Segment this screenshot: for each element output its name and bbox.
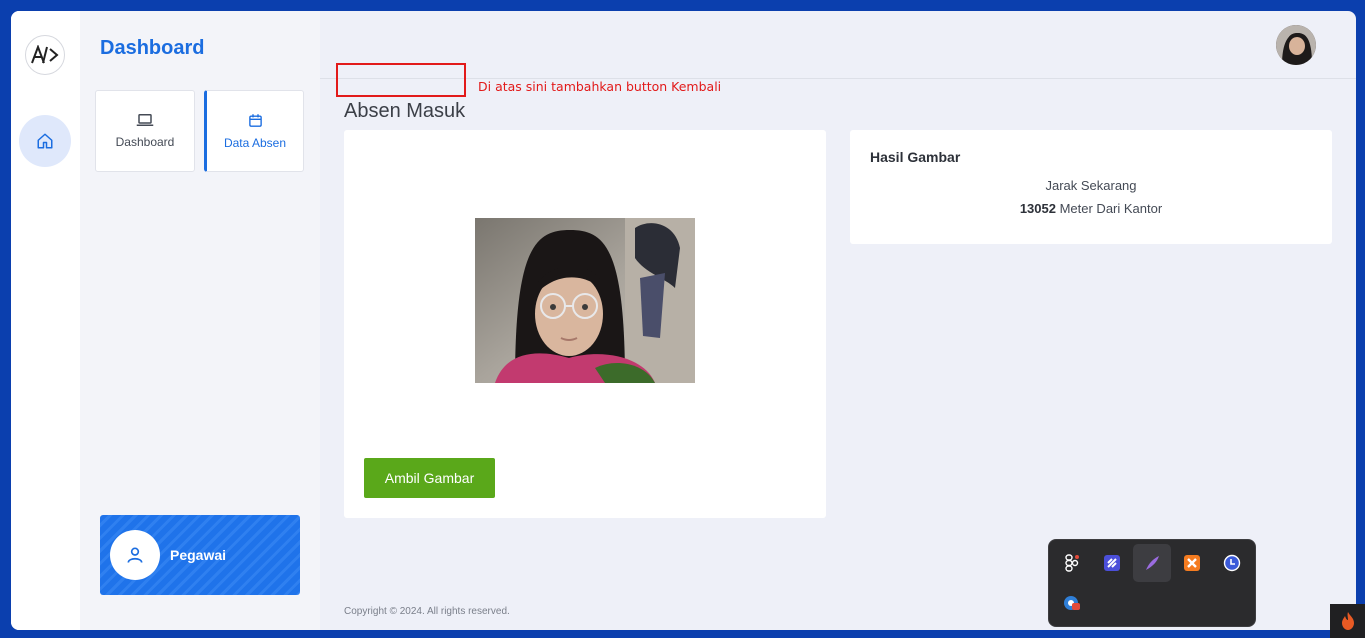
home-nav-button[interactable] xyxy=(19,115,71,167)
linear-icon[interactable] xyxy=(1093,544,1131,582)
sidebar: Dashboard Dashboard Data Absen Pegawai xyxy=(80,11,320,630)
sidebar-item-dashboard[interactable]: Dashboard xyxy=(95,90,195,172)
capture-button[interactable]: Ambil Gambar xyxy=(364,458,495,498)
header-divider xyxy=(320,78,1356,79)
camera-card: Ambil Gambar xyxy=(344,130,826,518)
sidebar-title: Dashboard xyxy=(100,37,205,59)
clock-icon[interactable] xyxy=(1213,544,1251,582)
annotation-highlight-box xyxy=(336,63,466,97)
laptop-icon xyxy=(136,114,154,126)
sidebar-item-label: Data Absen xyxy=(223,135,287,150)
icon-rail xyxy=(11,11,80,630)
system-tray-popup xyxy=(1048,539,1256,627)
user-role-label: Pegawai xyxy=(170,547,227,563)
profile-photo xyxy=(1276,25,1316,65)
app-window: Dashboard Dashboard Data Absen Pegawai D… xyxy=(11,11,1356,630)
codeigniter-icon[interactable] xyxy=(1330,604,1365,638)
distance-readout: 13052 Meter Dari Kantor xyxy=(850,201,1332,216)
camera-preview xyxy=(475,218,695,383)
distance-unit: Meter Dari Kantor xyxy=(1059,201,1163,216)
footer-copyright: Copyright © 2024. All rights reserved. xyxy=(344,606,510,617)
distance-label: Jarak Sekarang xyxy=(1045,178,1137,193)
app-logo[interactable] xyxy=(25,35,65,75)
distance-value: 13052 xyxy=(1019,201,1056,216)
code-logo-icon xyxy=(31,45,59,64)
page-title: Absen Masuk xyxy=(344,100,466,122)
webcam-photo xyxy=(475,218,695,383)
sidebar-item-data-absen[interactable]: Data Absen xyxy=(204,90,304,172)
chrome-badge-icon[interactable] xyxy=(1053,584,1091,622)
feather-icon[interactable] xyxy=(1133,544,1171,582)
user-icon xyxy=(127,547,143,563)
result-title: Hasil Gambar xyxy=(870,149,961,165)
xampp-icon[interactable] xyxy=(1173,544,1211,582)
profile-avatar[interactable] xyxy=(1276,25,1316,65)
sidebar-item-label: Dashboard xyxy=(115,135,175,149)
annotation-note: Di atas sini tambahkan button Kembali xyxy=(478,79,722,94)
home-icon xyxy=(37,133,53,149)
avatar xyxy=(110,530,160,580)
result-card: Hasil Gambar Jarak Sekarang 13052 Meter … xyxy=(850,130,1332,244)
figma-icon[interactable] xyxy=(1053,544,1091,582)
user-profile-card[interactable]: Pegawai xyxy=(100,515,300,595)
calendar-icon xyxy=(248,113,262,127)
